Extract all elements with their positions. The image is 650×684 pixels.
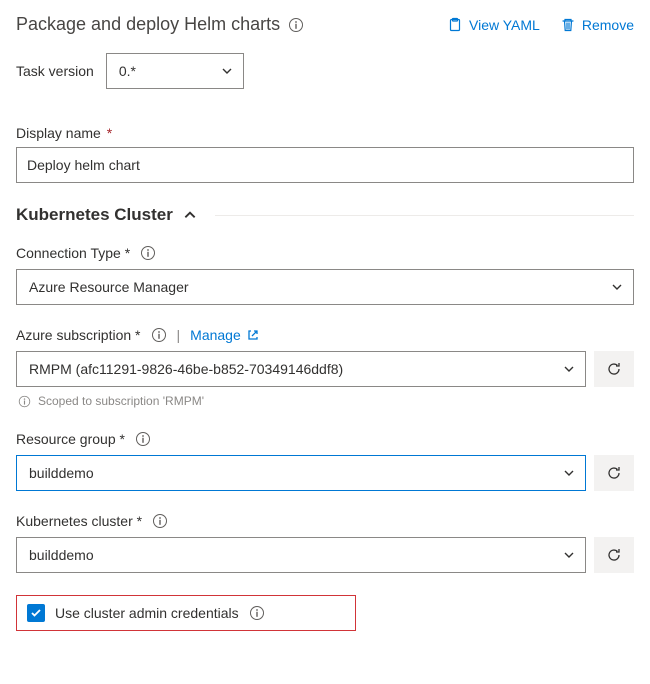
kubernetes-cluster-label: Kubernetes cluster bbox=[16, 513, 133, 529]
task-version-select[interactable]: 0.* bbox=[106, 53, 244, 89]
admin-credentials-label: Use cluster admin credentials bbox=[55, 605, 239, 621]
refresh-button[interactable] bbox=[594, 455, 634, 491]
kubernetes-cluster-value: builddemo bbox=[29, 547, 94, 563]
refresh-icon bbox=[606, 361, 622, 377]
divider bbox=[215, 215, 634, 216]
scoped-note: Scoped to subscription 'RMPM' bbox=[16, 393, 634, 409]
display-name-input[interactable] bbox=[16, 147, 634, 183]
resource-group-label: Resource group bbox=[16, 431, 116, 447]
separator: | bbox=[177, 327, 181, 343]
header: Package and deploy Helm charts View YAML… bbox=[16, 14, 634, 35]
refresh-icon bbox=[606, 547, 622, 563]
refresh-button[interactable] bbox=[594, 351, 634, 387]
resource-group-select[interactable]: builddemo bbox=[16, 455, 586, 491]
chevron-down-icon bbox=[563, 549, 575, 561]
resource-group-value: builddemo bbox=[29, 465, 94, 481]
kubernetes-cluster-select[interactable]: builddemo bbox=[16, 537, 586, 573]
refresh-button[interactable] bbox=[594, 537, 634, 573]
refresh-icon bbox=[606, 465, 622, 481]
view-yaml-label: View YAML bbox=[469, 17, 540, 33]
chevron-down-icon bbox=[563, 467, 575, 479]
manage-label: Manage bbox=[190, 327, 241, 343]
info-icon[interactable] bbox=[151, 327, 167, 343]
required-indicator: * bbox=[131, 327, 140, 343]
display-name-label: Display name bbox=[16, 125, 101, 141]
required-indicator: * bbox=[103, 125, 112, 141]
azure-subscription-label: Azure subscription bbox=[16, 327, 131, 343]
info-icon[interactable] bbox=[135, 431, 151, 447]
connection-type-label: Connection Type bbox=[16, 245, 121, 261]
page-title: Package and deploy Helm charts bbox=[16, 14, 280, 35]
chevron-down-icon bbox=[563, 363, 575, 375]
chevron-up-icon bbox=[183, 208, 197, 222]
external-link-icon bbox=[247, 329, 259, 341]
connection-type-field: Connection Type * Azure Resource Manager bbox=[16, 245, 634, 305]
required-indicator: * bbox=[116, 431, 125, 447]
resource-group-field: Resource group * builddemo bbox=[16, 431, 634, 491]
info-icon[interactable] bbox=[249, 605, 265, 621]
remove-button[interactable]: Remove bbox=[560, 17, 634, 33]
manage-link[interactable]: Manage bbox=[190, 327, 259, 343]
info-icon[interactable] bbox=[152, 513, 168, 529]
scoped-note-text: Scoped to subscription 'RMPM' bbox=[38, 394, 204, 408]
required-indicator: * bbox=[133, 513, 142, 529]
admin-credentials-row: Use cluster admin credentials bbox=[16, 595, 356, 631]
azure-subscription-select[interactable]: RMPM (afc11291-9826-46be-b852-70349146dd… bbox=[16, 351, 586, 387]
display-name-field: Display name * bbox=[16, 125, 634, 183]
section-header[interactable]: Kubernetes Cluster bbox=[16, 205, 634, 225]
chevron-down-icon bbox=[221, 65, 233, 77]
header-actions: View YAML Remove bbox=[447, 17, 634, 33]
section-title: Kubernetes Cluster bbox=[16, 205, 173, 225]
header-left: Package and deploy Helm charts bbox=[16, 14, 304, 35]
admin-credentials-checkbox[interactable] bbox=[27, 604, 45, 622]
required-indicator: * bbox=[121, 245, 130, 261]
task-version-row: Task version 0.* bbox=[16, 53, 634, 89]
clipboard-icon bbox=[447, 17, 463, 33]
remove-label: Remove bbox=[582, 17, 634, 33]
kubernetes-cluster-field: Kubernetes cluster * builddemo bbox=[16, 513, 634, 573]
info-icon bbox=[16, 393, 32, 409]
info-icon[interactable] bbox=[140, 245, 156, 261]
task-version-label: Task version bbox=[16, 63, 94, 79]
chevron-down-icon bbox=[611, 281, 623, 293]
connection-type-select[interactable]: Azure Resource Manager bbox=[16, 269, 634, 305]
azure-subscription-value: RMPM (afc11291-9826-46be-b852-70349146dd… bbox=[29, 361, 343, 377]
info-icon[interactable] bbox=[288, 17, 304, 33]
view-yaml-button[interactable]: View YAML bbox=[447, 17, 540, 33]
trash-icon bbox=[560, 17, 576, 33]
connection-type-value: Azure Resource Manager bbox=[29, 279, 189, 295]
task-version-value: 0.* bbox=[119, 63, 136, 79]
check-icon bbox=[30, 607, 42, 619]
azure-subscription-field: Azure subscription * | Manage RMPM (afc1… bbox=[16, 327, 634, 409]
